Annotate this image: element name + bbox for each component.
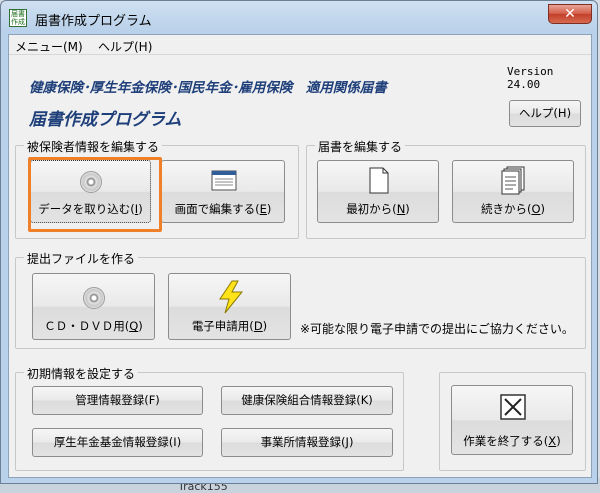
- cd-dvd-label: ＣＤ・ＤＶＤ用(Q): [44, 319, 143, 333]
- menu-bar: メニュー(M) ヘルプ(H): [9, 35, 591, 55]
- window-close-button[interactable]: ✕: [548, 4, 592, 24]
- submit-file-group: 提出ファイルを作る ＣＤ・ＤＶＤ用(Q) 電子申請用(D) ※可能な限り電子申請…: [15, 250, 586, 349]
- headline-text: 健康保険･厚生年金保険･国民年金･雇用保険 適用関係届書: [29, 80, 387, 96]
- version-label: Version 24.00: [507, 65, 554, 91]
- document-icon: [369, 167, 389, 194]
- edit-forms-group: 届書を編集する 最初から(N) 続きから(O): [306, 138, 586, 239]
- document-stack-icon: [501, 166, 525, 195]
- continue-button[interactable]: 続きから(O): [452, 160, 574, 223]
- edit-on-screen-button[interactable]: 画面で編集する(E): [161, 160, 285, 223]
- continue-label: 続きから(O): [480, 202, 546, 216]
- edit-on-screen-label: 画面で編集する(E): [174, 202, 272, 216]
- menu-item-help[interactable]: ヘルプ(H): [98, 38, 152, 55]
- menu-item-menu[interactable]: メニュー(M): [15, 38, 83, 55]
- start-new-button[interactable]: 最初から(N): [317, 160, 439, 223]
- exit-label: 作業を終了する(X): [463, 434, 561, 448]
- submit-file-legend: 提出ファイルを作る: [24, 250, 139, 267]
- lightning-icon: [219, 280, 244, 314]
- management-info-button[interactable]: 管理情報登録(F): [32, 386, 203, 415]
- pension-fund-button[interactable]: 厚生年金基金情報登録(I): [32, 428, 203, 457]
- initial-settings-legend: 初期情報を設定する: [24, 365, 139, 382]
- start-new-label: 最初から(N): [346, 202, 410, 216]
- window-title: 届書作成プログラム: [35, 14, 152, 29]
- initial-settings-group: 初期情報を設定する 管理情報登録(F) 健康保険組合情報登録(K) 厚生年金基金…: [15, 365, 404, 471]
- exit-button[interactable]: 作業を終了する(X): [451, 385, 573, 455]
- close-box-icon: [500, 394, 526, 420]
- cd-icon: [83, 287, 105, 309]
- office-info-button[interactable]: 事業所情報登録(J): [221, 428, 393, 457]
- edit-forms-legend: 届書を編集する: [315, 138, 406, 155]
- client-area: メニュー(M) ヘルプ(H) Version 24.00 健康保険･厚生年金保険…: [8, 34, 592, 478]
- e-application-button[interactable]: 電子申請用(D): [168, 273, 291, 340]
- page-title: 届書作成プログラム: [29, 110, 182, 130]
- app-icon: 届書作成: [9, 9, 27, 27]
- health-insurance-union-button[interactable]: 健康保険組合情報登録(K): [221, 386, 393, 415]
- cd-dvd-button[interactable]: ＣＤ・ＤＶＤ用(Q): [32, 273, 155, 340]
- edit-insured-legend: 被保険者情報を編集する: [24, 138, 163, 155]
- help-button[interactable]: ヘルプ(H): [509, 100, 581, 127]
- import-button-highlight: [28, 157, 162, 232]
- e-application-label: 電子申請用(D): [191, 319, 268, 333]
- e-application-note: ※可能な限り電子申請での提出にご協力ください。: [300, 322, 574, 336]
- exit-group: 作業を終了する(X): [439, 372, 586, 471]
- app-window: 届書作成 届書作成プログラム ✕ メニュー(M) ヘルプ(H) Version …: [0, 0, 598, 484]
- window-icon: [211, 170, 237, 191]
- title-bar[interactable]: 届書作成 届書作成プログラム ✕: [1, 1, 597, 35]
